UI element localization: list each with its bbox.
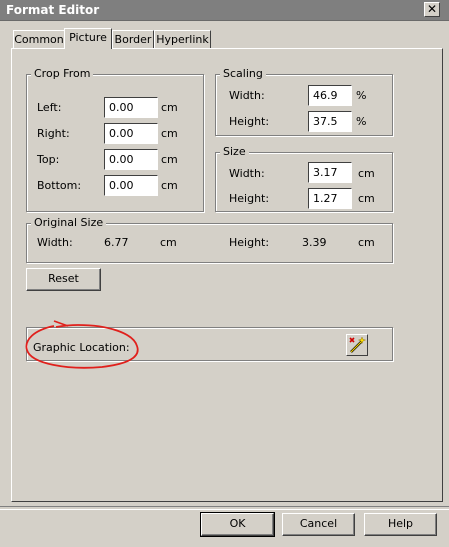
scaling-width-input[interactable]: 46.9 [308,85,352,106]
original-width-unit: cm [160,236,177,249]
graphic-location-browse-button[interactable] [346,334,368,356]
scaling-height-unit: % [356,115,367,128]
crop-top-label: Top: [37,153,60,166]
original-height-value: 3.39 [302,236,327,249]
scaling-title: Scaling [220,67,266,80]
original-height-unit: cm [358,236,375,249]
magic-wand-icon [349,336,367,353]
crop-left-input[interactable]: 0.00 [104,97,158,118]
size-height-input[interactable]: 1.27 [308,188,352,209]
reset-button[interactable]: Reset [26,268,101,291]
tab-label: Border [114,33,152,46]
ok-button[interactable]: OK [200,512,275,537]
crop-right-input[interactable]: 0.00 [104,123,158,144]
size-width-label: Width: [229,167,265,180]
crop-left-unit: cm [161,101,178,114]
crop-bottom-label: Bottom: [37,179,82,192]
size-height-unit: cm [358,192,375,205]
tab-picture[interactable]: Picture [64,28,112,49]
scaling-height-label: Height: [229,115,270,128]
size-title: Size [220,145,249,158]
tab-hyperlink[interactable]: Hyperlink [154,30,211,48]
crop-from-title: Crop From [31,67,94,80]
size-height-label: Height: [229,192,270,205]
scaling-height-input[interactable]: 37.5 [308,111,352,132]
original-width-label: Width: [37,236,73,249]
tab-label: Hyperlink [156,33,209,46]
crop-top-input[interactable]: 0.00 [104,149,158,170]
close-icon: ✕ [426,2,438,16]
crop-bottom-input[interactable]: 0.00 [104,175,158,196]
tab-border[interactable]: Border [112,30,154,48]
annotation-circle [25,320,139,369]
tab-label: Common [14,33,64,46]
size-width-input[interactable]: 3.17 [308,162,352,183]
window-title: Format Editor [6,3,100,17]
tab-common[interactable]: Common [13,30,65,48]
crop-bottom-unit: cm [161,179,178,192]
size-width-unit: cm [358,167,375,180]
footer-separator [0,506,449,510]
close-button[interactable]: ✕ [424,2,440,17]
scaling-width-unit: % [356,89,367,102]
crop-top-unit: cm [161,153,178,166]
help-button[interactable]: Help [364,513,437,536]
original-size-title: Original Size [31,216,107,229]
tab-label: Picture [69,31,107,44]
original-width-value: 6.77 [104,236,129,249]
original-height-label: Height: [229,236,270,249]
crop-right-unit: cm [161,127,178,140]
scaling-width-label: Width: [229,89,265,102]
crop-right-label: Right: [37,127,70,140]
crop-left-label: Left: [37,101,62,114]
original-size-group [26,223,393,263]
cancel-button[interactable]: Cancel [282,513,355,536]
